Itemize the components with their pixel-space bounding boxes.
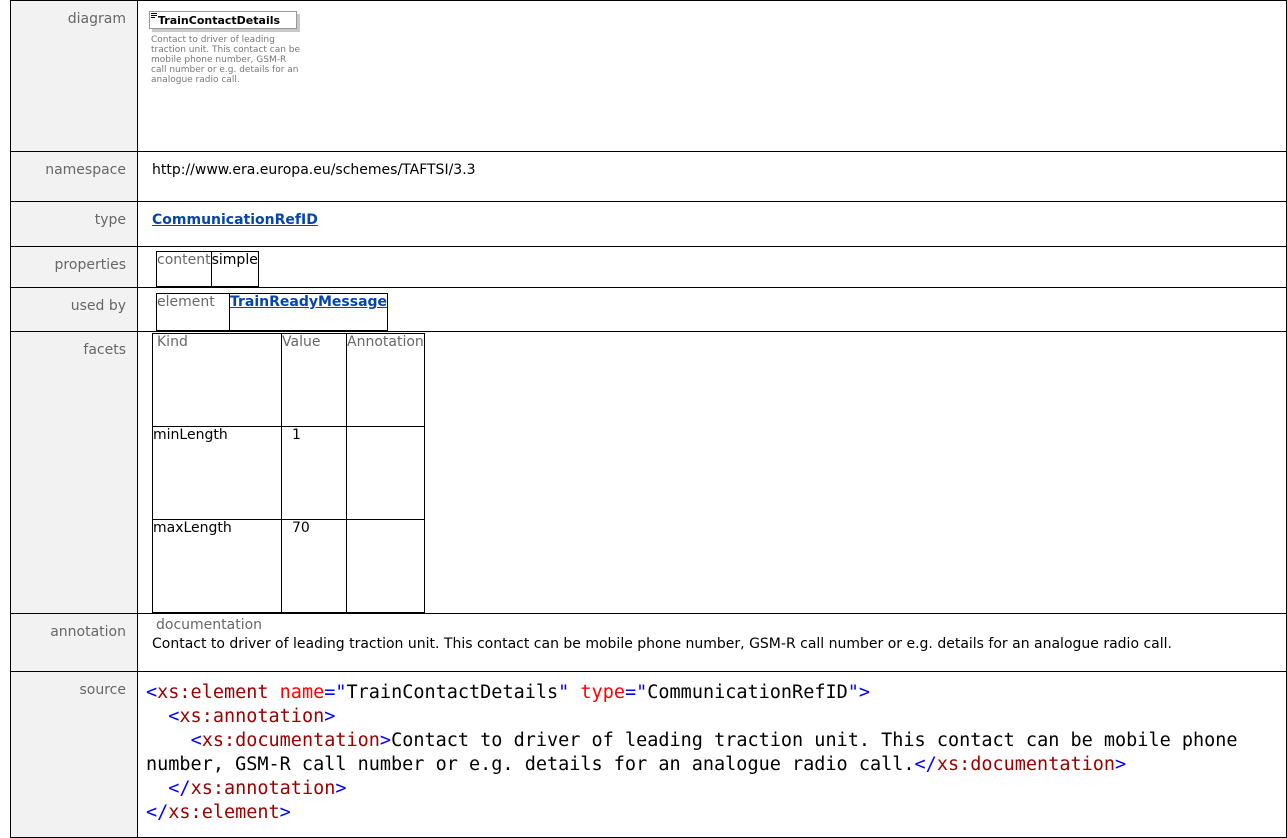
annotation-heading: documentation [156,617,263,633]
source-line: <xs:documentation>Contact to driver of l… [146,730,1249,775]
label-properties: properties [10,246,138,288]
facets-header-annotation: Annotation [346,333,425,427]
facet-annotation [346,426,425,520]
used-by-link[interactable]: TrainReadyMessage [230,294,387,310]
element-lines-icon [151,13,157,18]
element-diagram[interactable]: TrainContactDetails Contact to driver of… [149,11,309,85]
label-type: type [10,201,138,247]
used-by-kind: element [156,293,230,331]
type-link[interactable]: CommunicationRefID [152,212,318,228]
source-line: <xs:annotation> [168,706,336,727]
facet-annotation [346,519,425,613]
facet-kind: maxLength [152,519,282,613]
row-used-by: used by element TrainReadyMessage [10,287,1287,332]
row-facets: facets Kind Value Annotation minLength 1… [10,331,1287,614]
source-line: </xs:element> [146,802,291,823]
properties-value: simple [210,251,259,287]
facets-header-value: Value [281,333,347,427]
row-properties: properties content simple [10,246,1287,288]
properties-table: content simple [156,251,259,287]
label-used-by: used by [10,287,138,332]
facet-value: 70 [281,519,347,613]
label-annotation: annotation [10,613,138,672]
label-diagram: diagram [10,0,138,152]
facets-header-kind: Kind [152,333,282,427]
facet-row: minLength 1 [152,426,425,520]
element-name: TrainContactDetails [158,14,281,27]
row-type: type CommunicationRefID [10,201,1287,247]
facet-kind: minLength [152,426,282,520]
properties-key: content [156,251,212,287]
element-doc: Contact to driver of leading traction un… [151,35,301,85]
facet-row: maxLength 70 [152,519,425,613]
row-source: source <xs:element name="TrainContactDet… [10,671,1287,838]
source-line: </xs:annotation> [168,778,347,799]
source-line: <xs:element name="TrainContactDetails" t… [146,682,871,703]
row-namespace: namespace http://www.era.europa.eu/schem… [10,151,1287,202]
label-facets: facets [10,331,138,614]
row-diagram: diagram TrainContactDetails Contact to d… [10,0,1287,152]
facets-table: Kind Value Annotation minLength 1 maxLen… [152,333,425,613]
facet-value: 1 [281,426,347,520]
row-annotation: annotation documentation Contact to driv… [10,613,1287,672]
source-code: <xs:element name="TrainContactDetails" t… [146,672,1280,825]
namespace-value: http://www.era.europa.eu/schemes/TAFTSI/… [137,151,1287,202]
label-source: source [10,671,138,838]
label-namespace: namespace [10,151,138,202]
schema-table: diagram TrainContactDetails Contact to d… [10,0,1287,838]
element-box[interactable]: TrainContactDetails [149,11,297,29]
used-by-table: element TrainReadyMessage [156,293,389,331]
annotation-text: Contact to driver of leading traction un… [152,636,1172,652]
